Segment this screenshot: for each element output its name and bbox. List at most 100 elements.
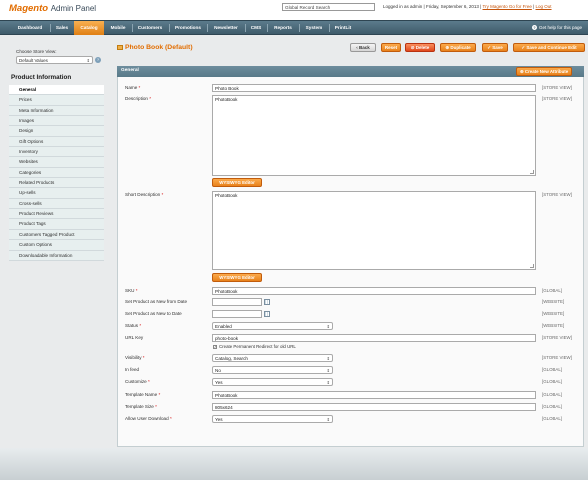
logout-link[interactable]: Log Out	[536, 4, 552, 9]
customize-value: Yes	[215, 380, 223, 385]
nav-promotions[interactable]: Promotions	[171, 21, 205, 35]
short-description-scope: [STORE VIEW]	[542, 192, 572, 197]
short-description-textarea[interactable]: PhotoBook	[212, 191, 536, 270]
nav-newsletter[interactable]: Newsletter	[209, 21, 243, 35]
tab-images[interactable]: Images	[9, 116, 104, 127]
in-feed-scope: [GLOBAL]	[542, 367, 563, 372]
tab-product-reviews[interactable]: Product Reviews	[9, 209, 104, 220]
info-icon[interactable]: ?	[95, 57, 101, 63]
delete-label: Delete	[415, 45, 430, 50]
main-nav: Dashboard Sales Catalog Mobile Customers…	[0, 20, 588, 35]
duplicate-button[interactable]: ⊕ Duplicate	[440, 43, 476, 52]
save-and-continue-button[interactable]: ✓ Save and Continue Edit	[513, 43, 585, 52]
allow-download-label: Allow User Download *	[125, 416, 172, 421]
try-magento-link[interactable]: Try Magento Go for Free	[482, 4, 531, 9]
sku-label: SKU *	[125, 288, 138, 293]
save-button[interactable]: ✓ Save	[482, 43, 508, 52]
nav-dashboard[interactable]: Dashboard	[12, 21, 48, 35]
short-description-label: Short Description *	[125, 192, 164, 197]
tab-up-sells[interactable]: Up-sells	[9, 188, 104, 199]
tab-custom-options[interactable]: Custom Options	[9, 240, 104, 251]
calendar-icon[interactable]	[264, 299, 270, 305]
page-title-text: Photo Book (Default)	[125, 44, 193, 51]
tab-related-products[interactable]: Related Products	[9, 178, 104, 189]
tab-product-tags[interactable]: Product Tags	[9, 219, 104, 230]
nav-customers[interactable]: Customers	[134, 21, 166, 35]
description-scope: [STORE VIEW]	[542, 96, 572, 101]
in-feed-select[interactable]: No ⇕	[212, 366, 333, 374]
tab-inventory[interactable]: Inventory	[9, 147, 104, 158]
visibility-select[interactable]: Catalog, Search ⇕	[212, 354, 333, 362]
nav-sales[interactable]: Sales	[52, 21, 72, 35]
section-header: General	[117, 66, 584, 77]
nav-mobile[interactable]: Mobile	[106, 21, 130, 35]
help-link[interactable]: ? Get help for this page	[532, 25, 582, 30]
nav-reports[interactable]: Reports	[269, 21, 297, 35]
nav-printlit[interactable]: PrintLit	[331, 21, 355, 35]
nav-catalog[interactable]: Catalog	[74, 21, 104, 35]
short-description-value: PhotoBook	[215, 193, 238, 198]
url-key-label: URL Key	[125, 335, 144, 340]
tab-general[interactable]: General	[9, 85, 104, 96]
url-key-input[interactable]: photo-book	[212, 334, 536, 342]
tab-customers-tagged-product[interactable]: Customers Tagged Product	[9, 229, 104, 241]
visibility-value: Catalog, Search	[215, 356, 248, 361]
customize-select[interactable]: Yes ⇕	[212, 378, 333, 386]
global-search-input[interactable]: Global Record Search	[282, 3, 375, 11]
status-value: Enabled	[215, 324, 232, 329]
template-size-label: Template Size *	[125, 404, 157, 409]
create-new-attribute-button[interactable]: ⊕ Create New Attribute	[516, 67, 573, 76]
status-label: Status *	[125, 323, 142, 328]
tab-categories[interactable]: Categories	[9, 167, 104, 179]
in-feed-label: In feed	[125, 367, 140, 372]
template-name-input[interactable]: PhotoBook	[212, 391, 536, 399]
help-icon: ?	[532, 25, 537, 30]
tab-design[interactable]: Design	[9, 126, 104, 137]
back-label: Back	[358, 45, 370, 50]
admin-header: Magento Admin Panel Global Record Search…	[0, 0, 588, 20]
permanent-redirect-label: Create Permanent Redirect for old URL	[219, 344, 296, 349]
resize-grip-icon[interactable]	[530, 264, 534, 268]
sku-input[interactable]: PhotoBook	[212, 287, 536, 295]
short-description-wysiwyg-button[interactable]: WYSIWYG Editor	[212, 273, 262, 282]
nav-cms[interactable]: CMS	[247, 21, 265, 35]
name-input[interactable]: Photo Book	[212, 84, 536, 92]
select-arrows-icon: ⇕	[326, 356, 330, 361]
back-button[interactable]: ‹ Back	[350, 43, 376, 52]
template-size-input[interactable]: 805x624	[212, 403, 536, 411]
status-select[interactable]: Enabled ⇕	[212, 322, 333, 330]
permanent-redirect-checkbox[interactable]: ✓ Create Permanent Redirect for old URL	[213, 344, 296, 349]
magento-logo[interactable]: Magento Admin Panel	[9, 3, 96, 14]
calendar-icon[interactable]	[264, 311, 270, 317]
help-text: Get help for this page	[539, 25, 583, 30]
select-arrows-icon: ⇕	[326, 368, 330, 373]
in-feed-value: No	[215, 368, 221, 373]
allow-download-select[interactable]: Yes ⇕	[212, 415, 333, 423]
reset-button[interactable]: Reset	[381, 43, 401, 52]
description-textarea[interactable]: PhotoBook	[212, 95, 536, 176]
tab-websites[interactable]: Websites	[9, 157, 104, 168]
header-user-info: Logged in as admin | Friday, September 6…	[383, 4, 552, 9]
product-information-title: Product Information	[11, 74, 72, 81]
tab-gift-options[interactable]: Gift Options	[9, 136, 104, 148]
save-continue-label: Save and Continue Edit	[526, 45, 577, 50]
allow-download-scope: [GLOBAL]	[542, 416, 563, 421]
tab-downloadable-information[interactable]: Downloadable Information	[9, 250, 104, 261]
tab-cross-sells[interactable]: Cross-sells	[9, 198, 104, 210]
status-scope: [WEBSITE]	[542, 323, 565, 328]
url-key-scope: [STORE VIEW]	[542, 335, 572, 340]
store-view-label: Choose Store View:	[16, 49, 57, 54]
new-from-date-input[interactable]	[212, 298, 262, 306]
delete-button[interactable]: ⊘ Delete	[405, 43, 435, 52]
checkbox-checked-icon: ✓	[213, 344, 217, 349]
tab-meta-information[interactable]: Meta Information	[9, 105, 104, 117]
new-to-date-input[interactable]	[212, 310, 262, 318]
template-name-label: Template Name *	[125, 392, 161, 397]
store-view-select[interactable]: Default Values ⇕	[16, 56, 93, 64]
nav-system[interactable]: System	[301, 21, 327, 35]
create-attr-label: Create New Attribute	[524, 69, 569, 74]
description-wysiwyg-button[interactable]: WYSIWYG Editor	[212, 178, 262, 187]
resize-grip-icon[interactable]	[530, 170, 534, 174]
new-to-label: Set Product as New to Date	[125, 311, 182, 316]
tab-prices[interactable]: Prices	[9, 95, 104, 106]
